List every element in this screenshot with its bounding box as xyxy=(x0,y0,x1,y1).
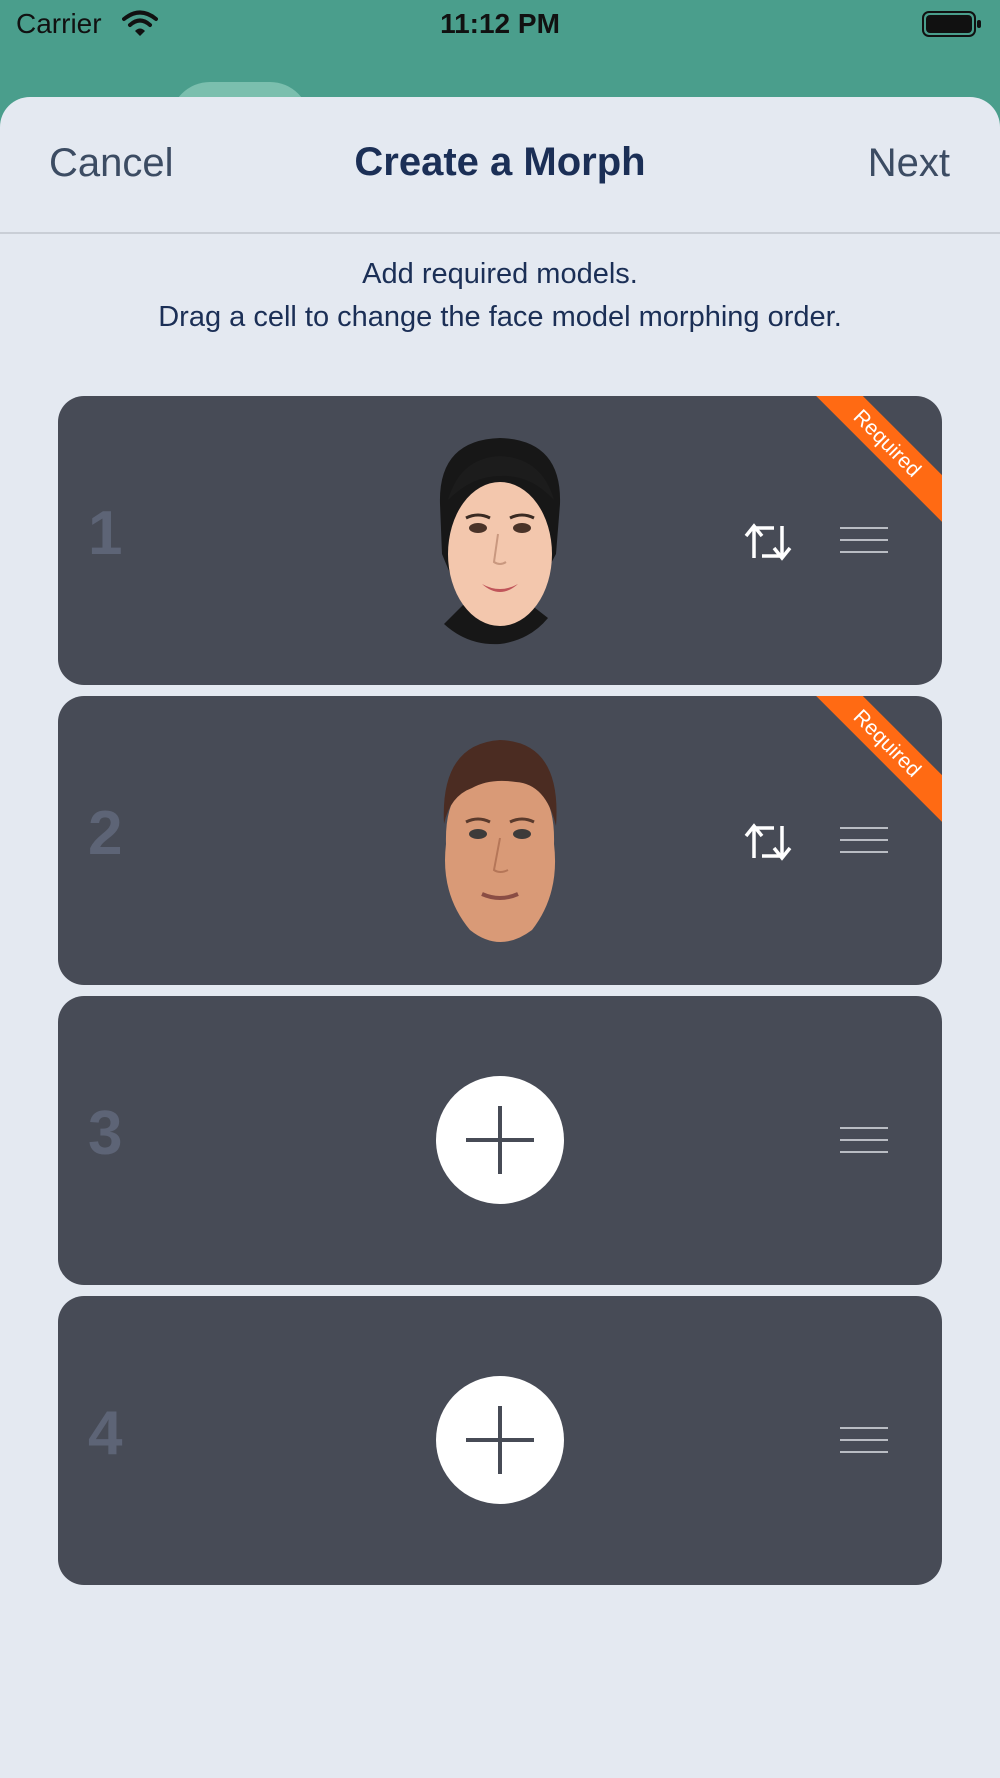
drag-handle-icon[interactable] xyxy=(840,827,890,853)
drag-handle-icon[interactable] xyxy=(840,1127,890,1153)
cell-index: 1 xyxy=(88,499,123,568)
instructions-line-1: Add required models. xyxy=(362,258,638,290)
face-model-thumbnail[interactable] xyxy=(420,734,580,950)
drag-handle-icon[interactable] xyxy=(840,1427,890,1453)
swap-icon[interactable] xyxy=(740,518,796,566)
navigation-bar: Cancel Create a Morph Next xyxy=(0,97,1000,234)
morph-cell-1[interactable]: 1 Required xyxy=(58,396,942,685)
cell-index: 3 xyxy=(88,1099,123,1168)
plus-icon xyxy=(466,1406,534,1474)
create-morph-sheet: Cancel Create a Morph Next Add required … xyxy=(0,97,1000,1778)
swap-icon[interactable] xyxy=(740,818,796,866)
morph-cell-3[interactable]: 3 xyxy=(58,996,942,1285)
required-badge: Required xyxy=(804,696,942,826)
next-button[interactable]: Next xyxy=(868,141,950,186)
battery-icon xyxy=(922,10,982,43)
morph-cell-2[interactable]: 2 Required xyxy=(58,696,942,985)
morph-cell-4[interactable]: 4 xyxy=(58,1296,942,1585)
status-bar: Carrier 11:12 PM xyxy=(0,0,1000,52)
add-model-button[interactable] xyxy=(436,1376,564,1504)
face-model-thumbnail[interactable] xyxy=(420,434,580,650)
cell-index: 2 xyxy=(88,799,123,868)
instructions-line-2: Drag a cell to change the face model mor… xyxy=(158,301,842,333)
instructions: Add required models. Drag a cell to chan… xyxy=(0,253,1000,339)
drag-handle-icon[interactable] xyxy=(840,527,890,553)
plus-icon xyxy=(466,1106,534,1174)
status-time: 11:12 PM xyxy=(440,8,560,39)
cell-index: 4 xyxy=(88,1399,123,1468)
required-badge: Required xyxy=(804,396,942,526)
page-title: Create a Morph xyxy=(354,140,646,184)
add-model-button[interactable] xyxy=(436,1076,564,1204)
